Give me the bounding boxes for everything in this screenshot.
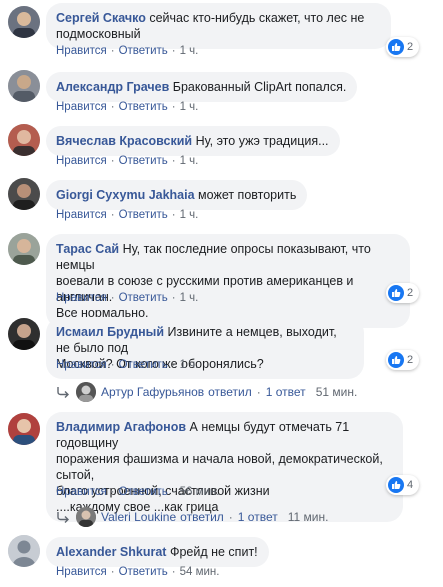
reply-arrow-icon xyxy=(57,512,69,523)
comment-bubble: Владимир Агафонов А немцы будут отмечать… xyxy=(46,412,403,522)
comment-bubble: Giorgi Сухуmu Jakhaia может повторить xyxy=(46,180,308,210)
avatar[interactable] xyxy=(8,318,40,350)
like-link[interactable]: Нравится xyxy=(56,209,107,221)
reactions-count: 2 xyxy=(407,287,414,299)
reply-count[interactable]: 1 ответ xyxy=(238,510,278,524)
reactions-badge[interactable]: 4 xyxy=(386,475,420,495)
reply-verb: ответил xyxy=(180,510,224,524)
avatar[interactable] xyxy=(8,233,40,265)
comment-author[interactable]: Владимир Агафонов xyxy=(56,420,186,434)
comment-author[interactable]: Сергей Скачко xyxy=(56,11,146,25)
reply-link[interactable]: Ответить xyxy=(119,486,168,498)
comment-actions: Нравится · Ответить · 1 ч. xyxy=(56,292,199,304)
like-link[interactable]: Нравится xyxy=(56,359,107,371)
avatar[interactable] xyxy=(8,6,40,38)
reply-link[interactable]: Ответить xyxy=(119,209,168,221)
reactions-count: 2 xyxy=(407,354,414,366)
comment-time[interactable]: 1 ч. xyxy=(180,209,199,221)
comment-actions: Нравится · Ответить · 1 ч. xyxy=(56,101,199,113)
reply-author[interactable]: Valeri Loukine xyxy=(101,510,176,524)
reply-link[interactable]: Ответить xyxy=(119,566,168,578)
like-icon xyxy=(388,477,404,493)
comment-text: Бракованный ClipArt попался. xyxy=(172,80,347,94)
comment-time[interactable]: 1 ч. xyxy=(180,359,199,371)
replies-summary[interactable]: Артур Гафурьянов ответил · 1 ответ 51 ми… xyxy=(56,382,357,402)
comment-actions: Нравится · Ответить · 54 мин. xyxy=(56,566,220,578)
comment-actions: Нравится · Ответить · 56 мин. xyxy=(56,486,220,498)
like-link[interactable]: Нравится xyxy=(56,155,107,167)
comment-text: Ну, это ужэ традиция... xyxy=(195,134,329,148)
reply-count[interactable]: 1 ответ xyxy=(266,385,306,399)
avatar[interactable] xyxy=(8,70,40,102)
comment-text: может повторить xyxy=(198,188,297,202)
reply-link[interactable]: Ответить xyxy=(119,101,168,113)
comment-author[interactable]: Alexander Shkurat xyxy=(56,545,166,559)
reply-link[interactable]: Ответить xyxy=(119,45,168,57)
avatar[interactable] xyxy=(8,535,40,567)
like-icon xyxy=(388,285,404,301)
comment-actions: Нравится · Ответить · 1 ч. xyxy=(56,155,199,167)
like-link[interactable]: Нравится xyxy=(56,566,107,578)
comment-text-line: поражения фашизма и начала новой, демокр… xyxy=(56,452,383,482)
comment-author[interactable]: Вячеслав Красовский xyxy=(56,134,192,148)
avatar[interactable] xyxy=(8,178,40,210)
comment-time[interactable]: 1 ч. xyxy=(180,45,199,57)
comment-time[interactable]: 1 ч. xyxy=(180,155,199,167)
comment-text: Фрейд не спит! xyxy=(169,545,258,559)
avatar[interactable] xyxy=(8,124,40,156)
avatar xyxy=(76,507,96,527)
like-icon xyxy=(388,352,404,368)
like-link[interactable]: Нравится xyxy=(56,101,107,113)
reply-author[interactable]: Артур Гафурьянов xyxy=(101,385,204,399)
comment-bubble: Тарас Сай Ну, так последние опросы показ… xyxy=(46,234,410,328)
replies-summary[interactable]: Valeri Loukine ответил · 1 ответ 11 мин. xyxy=(56,507,328,527)
reply-link[interactable]: Ответить xyxy=(119,359,168,371)
comment-actions: Нравится · Ответить · 1 ч. xyxy=(56,209,199,221)
reactions-badge[interactable]: 2 xyxy=(386,283,420,303)
avatar xyxy=(76,382,96,402)
reactions-count: 2 xyxy=(407,41,414,53)
reply-verb: ответил xyxy=(208,385,252,399)
comment-bubble: Вячеслав Красовский Ну, это ужэ традиция… xyxy=(46,126,340,156)
avatar[interactable] xyxy=(8,413,40,445)
like-link[interactable]: Нравится xyxy=(56,486,107,498)
comment-author[interactable]: Тарас Сай xyxy=(56,242,119,256)
reactions-count: 4 xyxy=(407,479,414,491)
reply-arrow-icon xyxy=(57,387,69,398)
comment-actions: Нравится · Ответить · 1 ч. xyxy=(56,45,199,57)
comment-author[interactable]: Giorgi Сухуmu Jakhaia xyxy=(56,188,195,202)
comment-time[interactable]: 1 ч. xyxy=(180,101,199,113)
like-icon xyxy=(388,39,404,55)
comment-bubble: Сергей Скачко сейчас кто-нибудь скажет, … xyxy=(46,3,391,49)
comment-time[interactable]: 54 мин. xyxy=(180,566,220,578)
comment-author[interactable]: Александр Грачев xyxy=(56,80,169,94)
reply-time: 11 мин. xyxy=(287,510,329,524)
reactions-badge[interactable]: 2 xyxy=(386,37,420,57)
reply-link[interactable]: Ответить xyxy=(119,292,168,304)
comment-time[interactable]: 1 ч. xyxy=(180,292,199,304)
comment-actions: Нравится · Ответить · 1 ч. xyxy=(56,359,199,371)
reply-link[interactable]: Ответить xyxy=(119,155,168,167)
comment-bubble: Александр Грачев Бракованный ClipArt поп… xyxy=(46,72,358,102)
comment-author[interactable]: Исмаил Брудный xyxy=(56,325,164,339)
comment-bubble: Alexander Shkurat Фрейд не спит! xyxy=(46,537,269,567)
like-link[interactable]: Нравится xyxy=(56,45,107,57)
comment-time[interactable]: 56 мин. xyxy=(180,486,220,498)
like-link[interactable]: Нравится xyxy=(56,292,107,304)
reply-time: 51 мин. xyxy=(315,385,358,399)
reactions-badge[interactable]: 2 xyxy=(386,350,420,370)
